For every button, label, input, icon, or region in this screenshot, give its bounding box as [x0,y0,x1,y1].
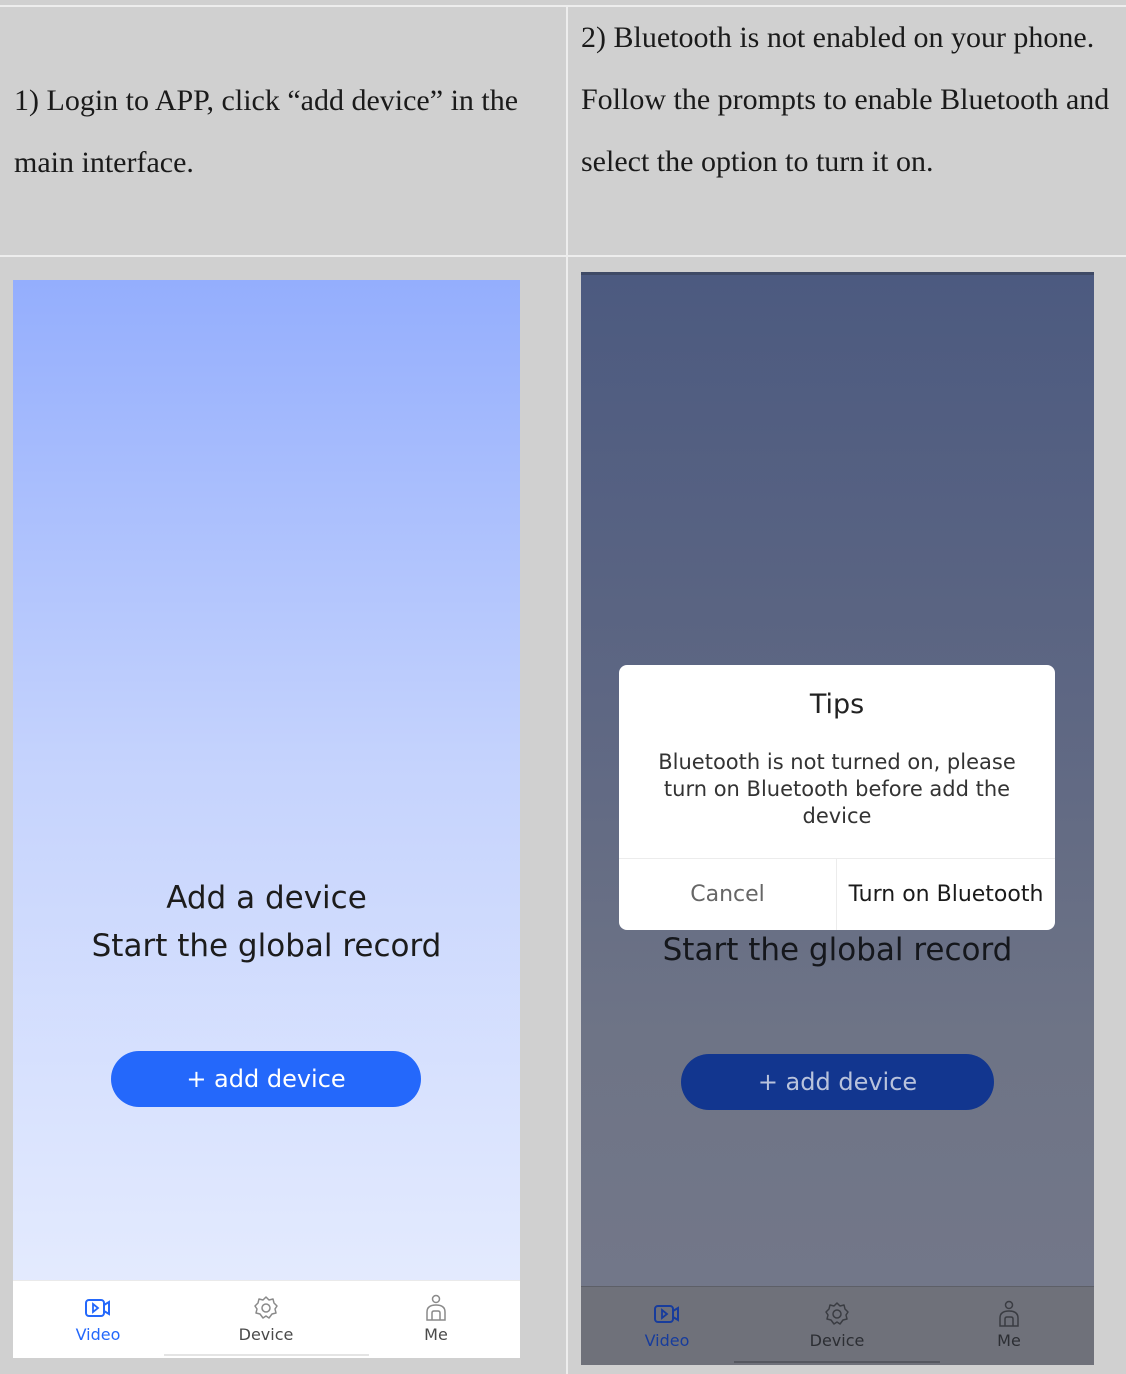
step2-text: 2) Bluetooth is not enabled on your phon… [581,21,1110,178]
phone-screen-dialog: Start the global record + add device Tip… [581,272,1094,1365]
video-icon [654,1305,679,1323]
tips-dialog: Tips Bluetooth is not turned on, please … [619,665,1055,930]
person-icon [426,1294,446,1321]
tab-device[interactable]: Device [206,1281,326,1358]
tab-video[interactable]: Video [607,1287,727,1364]
tab-me-label: Me [997,1331,1021,1350]
tab-me[interactable]: Me [376,1281,496,1358]
tab-me[interactable]: Me [949,1287,1069,1364]
tab-device-label: Device [809,1331,865,1350]
bottom-tab-bar: Video Device Me [581,1286,1094,1365]
add-device-button[interactable]: + add device [681,1054,994,1110]
hero-title: Add a device [166,880,367,916]
cancel-button[interactable]: Cancel [619,859,836,930]
table-border-middle [0,255,1126,257]
tab-video-label: Video [644,1331,690,1350]
gear-icon [254,1296,278,1319]
tab-device-label: Device [238,1325,294,1344]
tab-video-label: Video [75,1325,121,1344]
tab-device[interactable]: Device [777,1287,897,1364]
person-icon [999,1300,1019,1327]
step1-text: 1) Login to APP, click “add device” in t… [14,84,519,179]
tab-video[interactable]: Video [38,1281,158,1358]
screen-top-edge [581,272,1094,275]
video-icon [85,1299,110,1317]
home-indicator [734,1361,940,1363]
home-indicator [164,1354,369,1356]
bottom-tab-bar: Video Device Me [13,1280,520,1358]
turn-on-bluetooth-button[interactable]: Turn on Bluetooth [837,859,1055,930]
hero-subtitle: Start the global record [91,928,442,964]
hero-subtitle: Start the global record [662,932,1013,968]
add-device-button[interactable]: + add device [111,1051,421,1107]
table-border-center [566,5,568,1374]
dialog-message: Bluetooth is not turned on, please turn … [658,750,1016,828]
dialog-title: Tips [809,689,865,720]
tab-me-label: Me [424,1325,448,1344]
gear-icon [825,1302,849,1325]
instruction-table: 1) Login to APP, click “add device” in t… [0,0,1126,1374]
phone-screen-main: Add a device Start the global record + a… [13,280,520,1358]
